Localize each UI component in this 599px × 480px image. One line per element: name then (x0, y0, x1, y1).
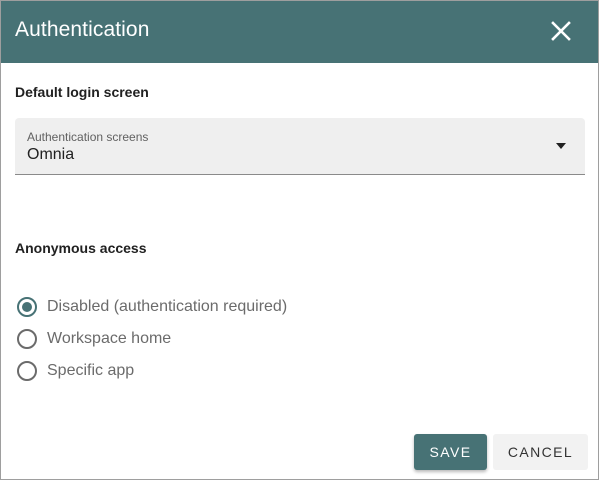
authentication-screens-select[interactable]: Authentication screens Omnia (15, 118, 585, 175)
login-section-title: Default login screen (15, 84, 149, 100)
radio-label: Specific app (47, 362, 135, 379)
radio-option-workspace-home[interactable]: Workspace home (16, 327, 171, 351)
dialog-title: Authentication (15, 18, 150, 41)
select-value: Omnia (27, 146, 75, 163)
close-button[interactable] (549, 19, 573, 43)
radio-label: Disabled (authentication required) (47, 298, 288, 315)
anonymous-section-title: Anonymous access (15, 240, 147, 256)
radio-option-disabled[interactable]: Disabled (authentication required) (16, 295, 287, 319)
radio-label: Workspace home (47, 330, 172, 347)
radio-option-specific-app[interactable]: Specific app (16, 359, 134, 383)
save-button[interactable]: SAVE (414, 434, 487, 470)
close-icon (551, 21, 571, 41)
authentication-dialog: Authentication Default login screen Auth… (0, 0, 599, 480)
radio-unchecked-icon (17, 329, 37, 349)
radio-unchecked-icon (17, 361, 37, 381)
dropdown-arrow-icon (556, 143, 566, 149)
cancel-button[interactable]: CANCEL (493, 434, 588, 470)
radio-checked-icon (17, 297, 37, 317)
select-label: Authentication screens (27, 130, 149, 144)
dialog-header: Authentication (1, 1, 598, 63)
